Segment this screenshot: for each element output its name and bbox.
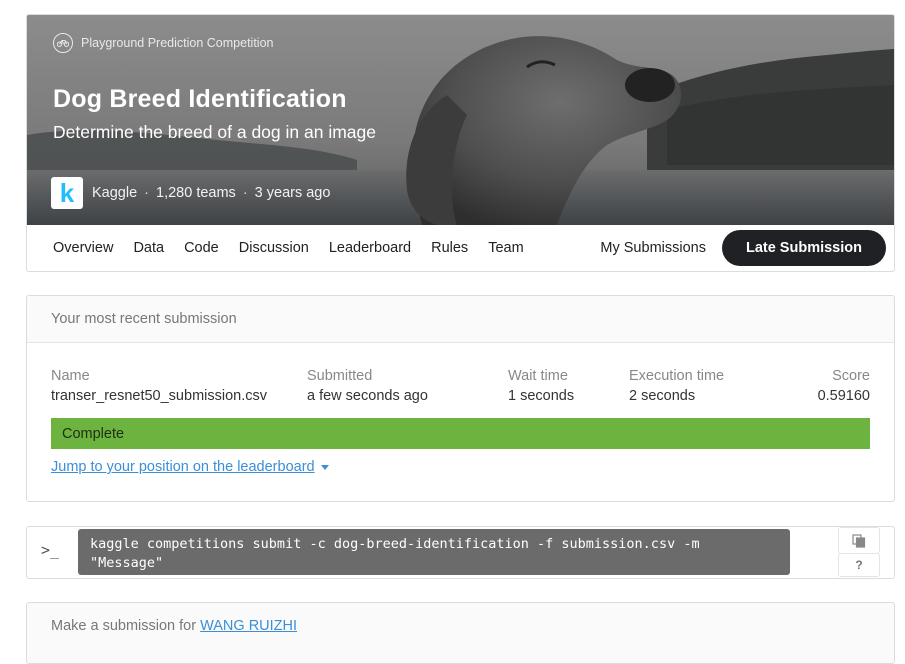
execution-time-value: 2 seconds bbox=[629, 388, 696, 404]
competition-age: 3 years ago bbox=[254, 185, 331, 201]
my-submissions-link[interactable]: My Submissions bbox=[600, 240, 706, 256]
submission-status-label: Complete bbox=[62, 425, 125, 442]
submitted-col: Submitted a few seconds ago bbox=[307, 368, 428, 404]
name-label: Name bbox=[51, 368, 90, 384]
tab-overview[interactable]: Overview bbox=[53, 240, 113, 256]
submission-name-col: Name transer_resnet50_submission.csv bbox=[51, 368, 267, 404]
score-value: 0.59160 bbox=[817, 388, 870, 404]
score-label: Score bbox=[832, 368, 870, 384]
tab-rules[interactable]: Rules bbox=[431, 240, 468, 256]
competition-type: Playground Prediction Competition bbox=[53, 33, 273, 53]
team-user-link[interactable]: WANG RUIZHI bbox=[200, 618, 297, 634]
competition-nav: Overview Data Code Discussion Leaderboar… bbox=[27, 225, 894, 271]
meta-separator: · bbox=[242, 185, 248, 201]
recent-submission-card: Your most recent submission Name transer… bbox=[26, 295, 895, 502]
name-value: transer_resnet50_submission.csv bbox=[51, 388, 267, 404]
nav-actions: My Submissions Late Submission bbox=[600, 230, 886, 266]
competition-title: Dog Breed Identification bbox=[53, 85, 347, 113]
execution-time-col: Execution time 2 seconds bbox=[629, 368, 724, 404]
kaggle-logo-letter: k bbox=[59, 178, 75, 208]
wait-time-label: Wait time bbox=[508, 368, 568, 384]
competition-type-label: Playground Prediction Competition bbox=[81, 36, 274, 50]
submitted-label: Submitted bbox=[307, 368, 373, 384]
api-command-text[interactable]: kaggle competitions submit -c dog-breed-… bbox=[78, 529, 790, 575]
meta-separator: · bbox=[144, 185, 149, 201]
competition-subtitle: Determine the breed of a dog in an image bbox=[53, 122, 376, 142]
jump-to-leaderboard-link[interactable]: Jump to your position on the leaderboard bbox=[51, 459, 329, 475]
competition-header: Playground Prediction Competition Dog Br… bbox=[26, 14, 895, 272]
banner-image: Playground Prediction Competition Dog Br… bbox=[27, 15, 894, 225]
kaggle-logo[interactable]: k bbox=[51, 177, 83, 209]
caret-down-icon bbox=[320, 464, 329, 470]
make-submission-text: Make a submission for WANG RUIZHI bbox=[51, 618, 297, 634]
tab-discussion[interactable]: Discussion bbox=[239, 240, 309, 256]
recent-submission-heading: Your most recent submission bbox=[27, 296, 894, 343]
bicycle-icon bbox=[53, 33, 73, 53]
terminal-icon: >_ bbox=[41, 541, 60, 559]
tab-team[interactable]: Team bbox=[488, 240, 523, 256]
make-submission-card: Make a submission for WANG RUIZHI bbox=[26, 602, 895, 664]
api-help-button[interactable]: ? bbox=[838, 553, 880, 577]
execution-time-label: Execution time bbox=[629, 368, 725, 384]
jump-link-label: Jump to your position on the leaderboard bbox=[51, 459, 315, 475]
copy-command-button[interactable] bbox=[838, 527, 880, 554]
make-submission-label: Make a submission for bbox=[51, 618, 197, 634]
submission-status-bar: Complete bbox=[51, 418, 870, 449]
api-command-card: >_ kaggle competitions submit -c dog-bre… bbox=[26, 526, 895, 579]
tab-leaderboard[interactable]: Leaderboard bbox=[329, 240, 411, 256]
tab-data[interactable]: Data bbox=[133, 240, 164, 256]
tab-code[interactable]: Code bbox=[184, 240, 219, 256]
competition-meta: k Kaggle · 1,280 teams · 3 years ago bbox=[51, 177, 330, 209]
wait-time-value: 1 seconds bbox=[508, 388, 575, 404]
score-col: Score 0.59160 bbox=[818, 368, 870, 404]
late-submission-button[interactable]: Late Submission bbox=[721, 230, 886, 266]
submitted-value: a few seconds ago bbox=[307, 388, 428, 404]
copy-icon bbox=[852, 533, 866, 548]
team-count: 1,280 teams bbox=[156, 185, 236, 201]
wait-time-col: Wait time 1 seconds bbox=[508, 368, 574, 404]
host-name[interactable]: Kaggle bbox=[92, 185, 137, 201]
